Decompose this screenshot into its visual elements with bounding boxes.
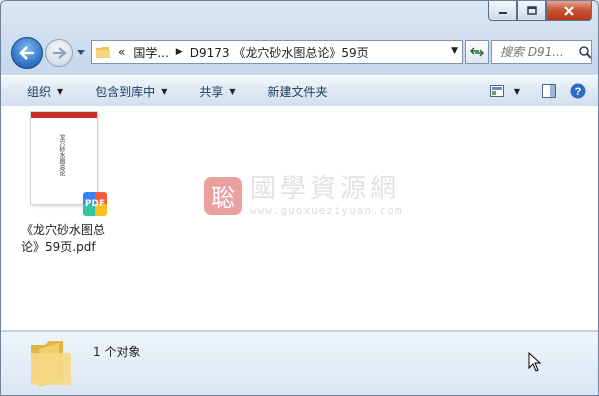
breadcrumb-separator-icon[interactable]: ▶ [176,47,183,57]
chevron-down-icon: ▼ [229,86,236,96]
help-icon: ? [570,83,586,99]
watermark-text: 國學資源網 www.guoxueziyuan.com [250,174,402,217]
share-menu[interactable]: 共享 ▼ [188,79,246,103]
close-icon [564,5,574,16]
watermark-url: www.guoxueziyuan.com [250,204,403,217]
pdf-icon: PDF [83,192,107,216]
arrow-left-icon [19,46,34,60]
file-item[interactable]: 龙穴砂水图总论 PDF 《龙穴砂水图总论》59页.pdf [21,112,113,256]
pdf-thumbnail: 龙穴砂水图总论 PDF [31,112,107,216]
search-icon[interactable] [578,45,591,59]
new-folder-label: 新建文件夹 [267,84,328,99]
arrow-right-icon [53,47,66,59]
toolbar-right: ▼ ? [486,79,590,103]
preview-pane-button[interactable] [538,79,560,103]
address-bar[interactable]: « 国学... ▶ D9173 《龙穴砂水图总论》59页 ▼ [91,40,463,64]
back-button[interactable] [11,37,43,69]
explorer-window: « 国学... ▶ D9173 《龙穴砂水图总论》59页 ▼ 组织 ▼ 包含到库中… [0,0,599,396]
include-in-library-label: 包含到库中 [95,84,156,99]
share-label: 共享 [199,84,224,99]
view-icon [489,85,504,97]
refresh-button[interactable] [465,40,489,64]
folder-icon [96,47,110,58]
thumbnail-title: 龙穴砂水图总论 [58,134,65,176]
file-list[interactable]: 龙穴砂水图总论 PDF 《龙穴砂水图总论》59页.pdf 聡 國學資源網 www… [1,106,598,330]
breadcrumb-item-current[interactable]: D9173 《龙穴砂水图总论》59页 [186,44,373,61]
minimize-button[interactable] [488,1,517,21]
preview-pane-icon [542,84,556,98]
item-count: 1 个对象 [93,345,141,359]
change-view-button[interactable]: ▼ [486,79,524,103]
search-box[interactable] [491,40,592,64]
chevron-down-icon [77,49,85,55]
forward-button[interactable] [45,39,73,67]
navigation-bar: « 国学... ▶ D9173 《龙穴砂水图总论》59页 ▼ [9,37,592,69]
pdf-badge-label: PDF [84,199,106,209]
maximize-button[interactable] [517,1,546,21]
refresh-icon [470,47,484,57]
organize-menu[interactable]: 组织 ▼ [16,79,74,103]
help-button[interactable]: ? [566,79,590,103]
close-button[interactable] [546,1,592,21]
command-bar: 组织 ▼ 包含到库中 ▼ 共享 ▼ 新建文件夹 ▼ ? [1,75,598,107]
chevron-down-icon: ▼ [161,86,168,96]
watermark-name: 國學資源網 [250,174,401,204]
svg-text:?: ? [575,86,582,98]
thumbnail-header-bar [31,112,97,118]
address-dropdown-icon[interactable]: ▼ [451,46,458,56]
folder-large-icon [31,341,71,387]
watermark: 聡 國學資源網 www.guoxueziyuan.com [204,174,402,217]
search-input[interactable] [498,44,576,60]
breadcrumb-overflow[interactable]: « [114,45,129,59]
breadcrumb-item-parent[interactable]: 国学... [129,44,172,61]
file-name[interactable]: 《龙穴砂水图总论》59页.pdf [21,222,113,256]
chevron-down-icon: ▼ [57,86,64,96]
minimize-icon [498,11,507,14]
include-in-library-menu[interactable]: 包含到库中 ▼ [84,79,178,103]
maximize-icon [526,6,537,15]
chevron-down-icon[interactable]: ▼ [514,87,520,96]
mouse-cursor-icon [528,352,542,372]
watermark-seal: 聡 [204,176,242,215]
recent-pages-dropdown[interactable] [75,45,87,59]
organize-label: 组织 [27,84,52,99]
new-folder-button[interactable]: 新建文件夹 [257,79,339,103]
details-pane: 1 个对象 [1,331,598,395]
window-controls [488,1,592,21]
